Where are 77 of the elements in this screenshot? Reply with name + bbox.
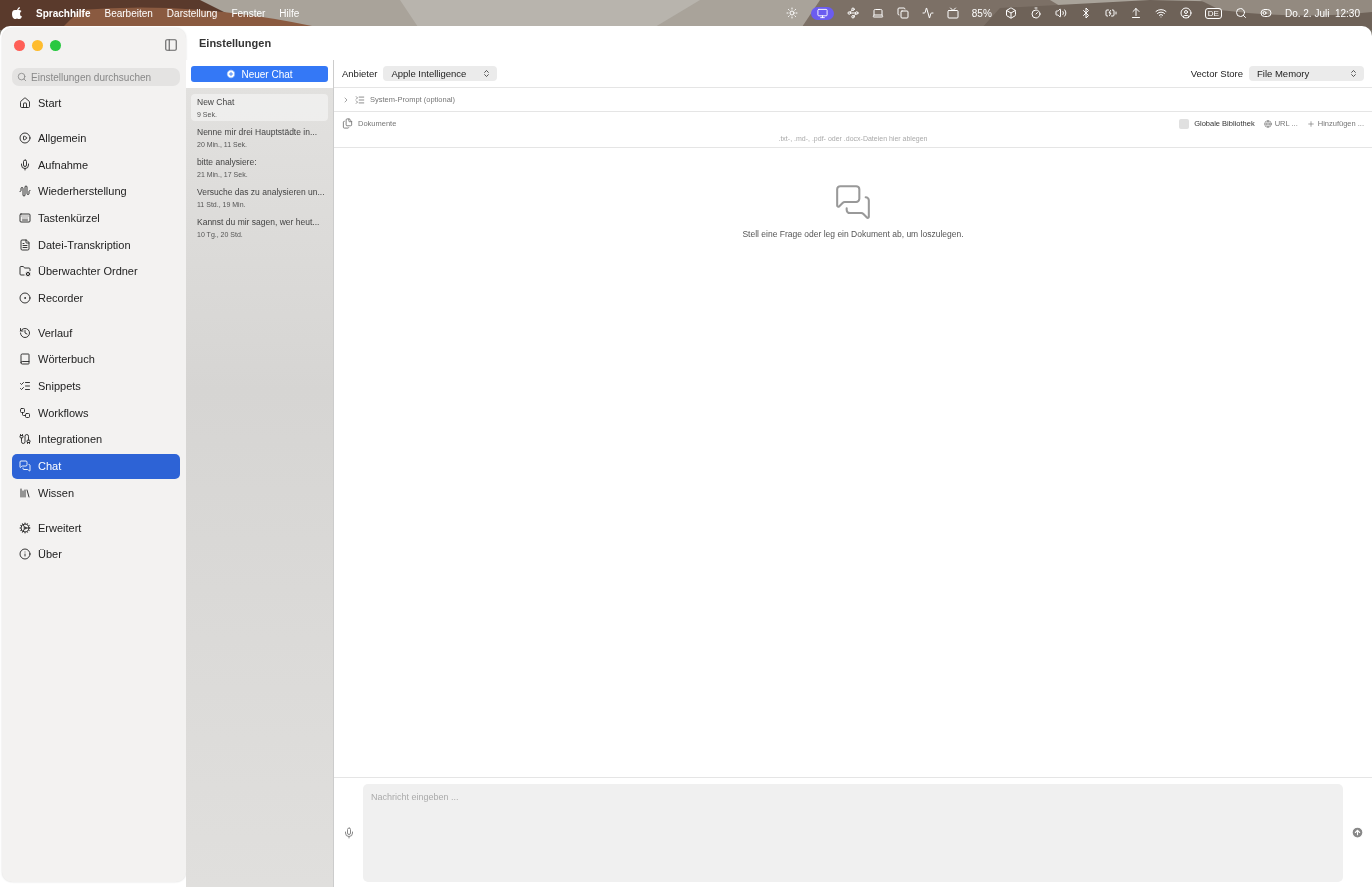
menu-item[interactable]: Bearbeiten xyxy=(104,7,153,19)
play-circle-icon xyxy=(19,131,31,144)
updown-chevron-icon xyxy=(482,69,492,78)
status-icon[interactable] xyxy=(846,7,859,19)
sidebar-item[interactable]: Erweitert xyxy=(12,515,180,540)
sidebar-item[interactable]: Wiederherstellung xyxy=(12,178,180,204)
house-icon xyxy=(19,97,31,110)
global-library-checkbox[interactable] xyxy=(1179,118,1190,129)
workflow-icon xyxy=(19,406,31,419)
cable-icon xyxy=(19,433,31,446)
apple-logo-icon[interactable] xyxy=(12,7,22,19)
library-icon xyxy=(19,486,31,499)
provider-label: Anbieter xyxy=(342,68,378,79)
updown-chevron-icon xyxy=(1349,69,1358,78)
search-icon xyxy=(17,72,27,82)
sidebar-item[interactable]: Chat xyxy=(12,453,180,479)
plus-icon xyxy=(226,69,237,79)
send-icon[interactable] xyxy=(1351,826,1364,839)
folder-gear-icon xyxy=(19,265,31,278)
battery-percent: 85% xyxy=(971,7,992,19)
window-title: Einstellungen xyxy=(198,36,273,51)
vector-store-label: Vector Store xyxy=(1190,68,1243,79)
message-field[interactable]: Nachricht eingeben ... xyxy=(363,783,1343,882)
chat-bubbles-icon xyxy=(19,460,31,473)
menu-item[interactable]: Darstellung xyxy=(166,7,218,19)
new-chat-button[interactable]: Neuer Chat xyxy=(191,66,328,82)
status-icon[interactable] xyxy=(1054,7,1067,19)
vector-store-select[interactable]: File Memory xyxy=(1249,66,1364,81)
provider-select[interactable]: Apple Intelligence xyxy=(383,66,498,81)
sidebar-item[interactable]: Verlauf xyxy=(12,320,180,346)
book-icon xyxy=(19,353,31,366)
plus-icon xyxy=(1306,119,1315,128)
gear-icon xyxy=(19,521,31,534)
history-icon xyxy=(19,326,31,339)
search-icon[interactable] xyxy=(1234,7,1247,19)
chat-bubbles-icon xyxy=(834,183,872,221)
status-icon[interactable] xyxy=(1004,7,1017,19)
sidebar-item[interactable]: Aufnahme xyxy=(12,152,180,178)
microphone-icon[interactable] xyxy=(343,826,355,839)
sidebar-item[interactable]: Start xyxy=(12,90,180,116)
chevron-icon xyxy=(342,95,350,104)
sidebar-item[interactable]: Überwachter Ordner xyxy=(12,258,180,284)
control-center-icon[interactable] xyxy=(1259,7,1272,19)
status-icon[interactable] xyxy=(946,7,959,19)
status-icon[interactable] xyxy=(1104,7,1117,19)
record-icon xyxy=(19,292,31,304)
sidebar-item[interactable]: Recorder xyxy=(12,285,180,311)
checklist-icon xyxy=(19,380,31,393)
status-icon[interactable] xyxy=(1029,7,1042,19)
document-icon xyxy=(19,238,31,251)
sidebar-item[interactable]: Über xyxy=(12,541,180,567)
sidebar-item[interactable]: Wörterbuch xyxy=(12,346,180,372)
microphone-icon xyxy=(19,158,31,171)
info-icon xyxy=(19,548,31,561)
status-icon[interactable] xyxy=(1179,7,1192,19)
status-icon[interactable] xyxy=(1154,7,1167,19)
sidebar-toggle-icon[interactable] xyxy=(164,38,178,52)
documents-icon xyxy=(342,118,353,129)
sidebar-item[interactable]: Wissen xyxy=(12,480,180,506)
sidebar-item[interactable]: Tastenkürzel xyxy=(12,205,180,231)
status-icon[interactable] xyxy=(871,7,884,19)
sidebar-item[interactable]: Snippets xyxy=(12,373,180,399)
sidebar-item[interactable]: Datei-Transkription xyxy=(12,232,180,258)
globe-icon xyxy=(1263,119,1272,128)
status-icon[interactable] xyxy=(1129,7,1142,19)
close-button[interactable] xyxy=(14,39,25,51)
list-icon xyxy=(355,94,365,105)
input-source[interactable]: DE xyxy=(1204,7,1222,19)
app-menu[interactable]: Sprachhilfe xyxy=(36,7,91,19)
status-icon[interactable] xyxy=(921,7,934,19)
empty-state-text: Stell eine Frage oder leg ein Dokument ab, um loszulegen. xyxy=(742,229,964,239)
keyboard-icon xyxy=(19,211,31,224)
sidebar-item[interactable]: Integrationen xyxy=(12,426,180,452)
sidebar-item[interactable]: Workflows xyxy=(12,400,180,426)
waveform-icon xyxy=(19,185,31,198)
sidebar-item[interactable]: Allgemein xyxy=(12,125,180,151)
status-icon[interactable] xyxy=(896,7,909,19)
